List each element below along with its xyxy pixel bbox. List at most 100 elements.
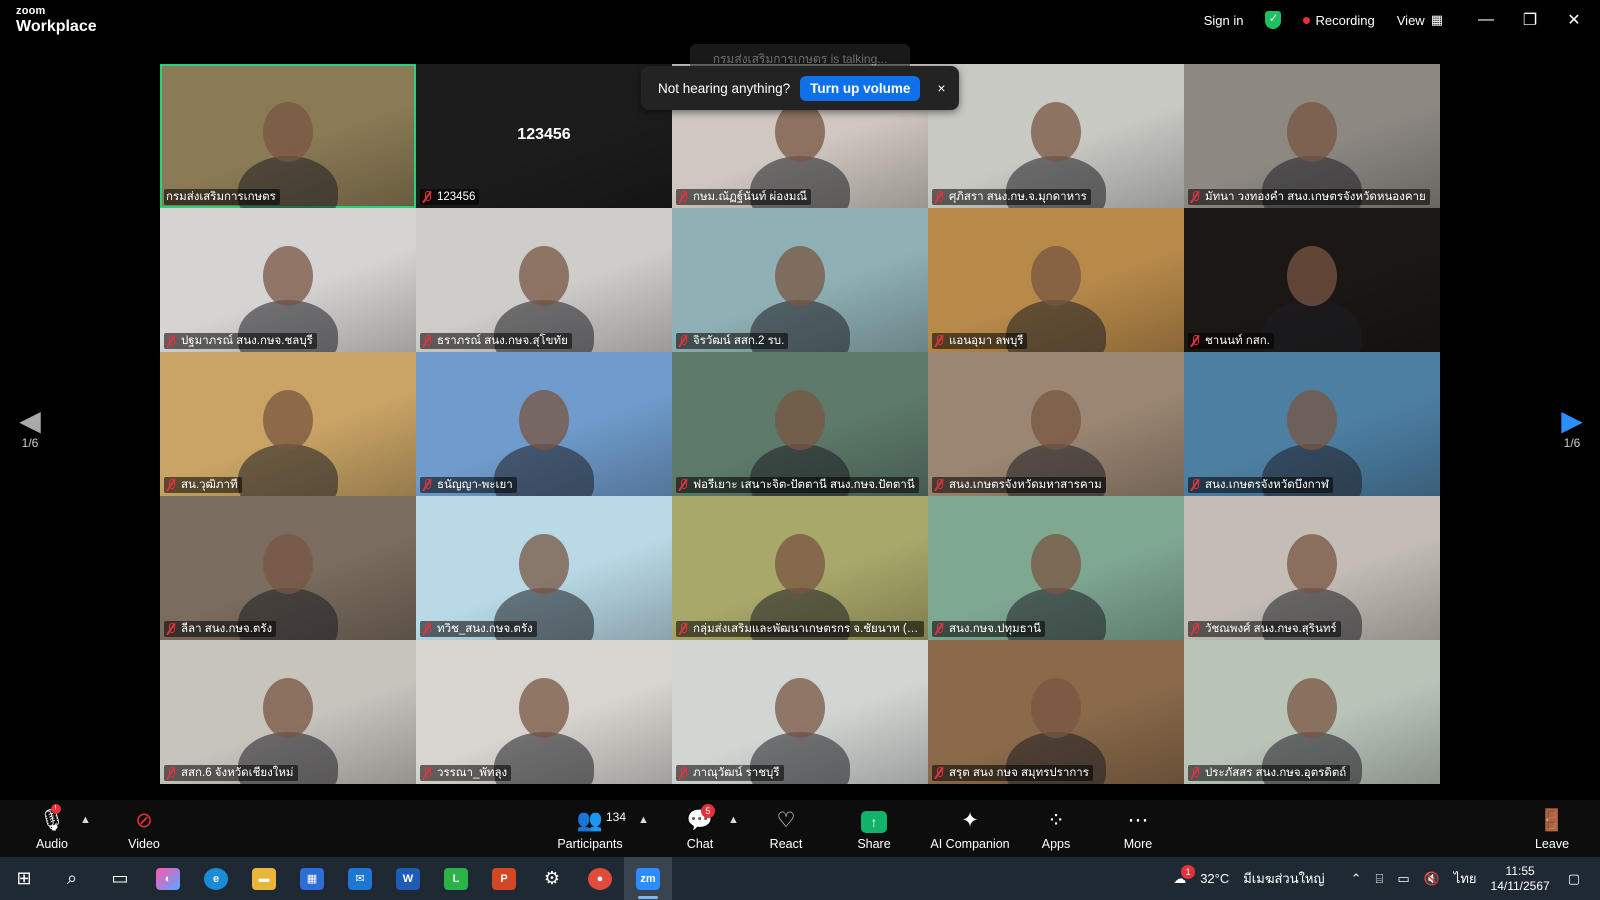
ai-companion-button[interactable]: ✦ AI Companion — [928, 808, 1012, 851]
restore-icon[interactable]: ❐ — [1508, 10, 1552, 30]
view-button[interactable]: View ▦ — [1396, 12, 1443, 28]
participant-tile[interactable]: ชานนท์ กสก. — [1184, 208, 1440, 352]
search-icon[interactable]: ⌕ — [48, 857, 96, 900]
mail-icon[interactable]: ✉ — [336, 857, 384, 900]
windows-start-icon[interactable]: ⊞ — [0, 857, 48, 900]
audio-toast: Not hearing anything? Turn up volume × — [641, 66, 959, 110]
title-bar: zoom Workplace Sign in Recording View ▦ —… — [0, 0, 1600, 44]
audio-options-caret-icon[interactable]: ▲ — [80, 814, 91, 826]
participant-tile[interactable]: ฟอรีเยาะ เสนาะจิต-ปัตตานี สนง.กษจ.ปัตตาน… — [672, 352, 928, 496]
participants-count: 134 — [606, 810, 627, 824]
chevron-up-icon[interactable]: ⌃ — [1351, 871, 1362, 887]
chat-badge: 5 — [700, 804, 715, 818]
participant-name-tag: กลุ่มส่งเสริมและพัฒนาเกษตรกร จ.ชัยนาท (น… — [676, 621, 924, 637]
leave-button[interactable]: 🚪 Leave — [1532, 808, 1572, 851]
settings-gear-icon[interactable]: ⚙ — [528, 857, 576, 900]
participant-video-head — [1287, 534, 1337, 594]
grid-view-icon: ▦ — [1430, 12, 1443, 27]
participant-tile[interactable]: ทวิช_สนง.กษจ.ตรัง — [416, 496, 672, 640]
camera-tray-icon[interactable]: ⌸ — [1376, 871, 1384, 887]
mic-muted-icon — [934, 479, 944, 491]
minimize-icon[interactable]: — — [1464, 11, 1508, 29]
participant-tile[interactable]: ธนัญญา-พะเยา — [416, 352, 672, 496]
logo-brand-large: Workplace — [16, 18, 97, 35]
chrome-icon[interactable]: ● — [576, 857, 624, 900]
participant-tile[interactable]: สนง.เกษตรจังหวัดบึงกาฬ — [1184, 352, 1440, 496]
participant-name: วัชณพงศ์ สนง.กษจ.สุรินทร์ — [1205, 623, 1337, 635]
word-icon[interactable]: W — [384, 857, 432, 900]
apps-button[interactable]: ⁘ Apps — [1036, 808, 1076, 851]
participant-tile[interactable]: ลีลา สนง.กษจ.ตรัง — [160, 496, 416, 640]
view-label: View — [1396, 12, 1425, 28]
participant-name: กษม.ณัฏฐ์นันท์ ผ่องมณี — [693, 191, 808, 203]
participant-tile[interactable]: มัทนา วงทองคำ สนง.เกษตรจังหวัดหนองคาย — [1184, 64, 1440, 208]
participant-name: ชานนท์ กสก. — [1205, 335, 1270, 347]
participant-name: วรรณา_พัทลุง — [437, 767, 508, 779]
participants-button[interactable]: 👥 134 Participants — [556, 808, 627, 851]
participant-tile[interactable]: ปฐมาภรณ์ สนง.กษจ.ชลบุรี — [160, 208, 416, 352]
participant-name-tag: 123456 — [420, 189, 480, 205]
audio-button[interactable]: 🎙! Audio — [34, 804, 70, 851]
mic-muted-icon — [1190, 479, 1200, 491]
notification-icon[interactable]: ▢ — [1568, 871, 1580, 887]
sign-in-button[interactable]: Sign in — [1204, 13, 1244, 28]
network-icon[interactable]: ▭ — [1397, 871, 1409, 887]
participant-tile[interactable]: สสก.6 จังหวัดเชียงใหม่ — [160, 640, 416, 784]
participant-tile[interactable]: วัชณพงศ์ สนง.กษจ.สุรินทร์ — [1184, 496, 1440, 640]
language-indicator[interactable]: ไทย — [1454, 868, 1477, 889]
edge-browser-icon[interactable]: e — [192, 857, 240, 900]
mic-muted-icon — [422, 767, 432, 779]
weather-badge: 1 — [1181, 864, 1196, 879]
next-page-button[interactable]: ▶ 1/6 — [1552, 406, 1592, 451]
toast-close-icon[interactable]: × — [937, 80, 945, 96]
clock[interactable]: 11:55 14/11/2567 — [1491, 864, 1550, 894]
participant-tile[interactable]: ภาณุวัฒน์ ราชบุรี — [672, 640, 928, 784]
participant-name: สนง.เกษตรจังหวัดมหาสารคาม — [949, 479, 1102, 491]
participant-name: ฟอรีเยาะ เสนาะจิต-ปัตตานี สนง.กษจ.ปัตตาน… — [693, 479, 915, 491]
video-button[interactable]: ⊘ Video — [124, 808, 164, 851]
more-button[interactable]: ⋯ More — [1118, 808, 1158, 851]
participant-tile[interactable]: จิรวัฒน์ สสก.2 รบ. — [672, 208, 928, 352]
participant-tile[interactable]: สนง.เกษตรจังหวัดมหาสารคาม — [928, 352, 1184, 496]
participants-caret-icon[interactable]: ▲ — [638, 814, 649, 826]
copilot-icon[interactable]: ◐ — [144, 857, 192, 900]
mic-muted-icon — [934, 191, 944, 203]
powerpoint-icon[interactable]: P — [480, 857, 528, 900]
close-window-icon[interactable]: ✕ — [1552, 10, 1596, 30]
turn-up-volume-button[interactable]: Turn up volume — [800, 75, 921, 101]
participant-name: ลีลา สนง.กษจ.ตรัง — [181, 623, 273, 635]
participant-tile[interactable]: ธราภรณ์ สนง.กษจ.สุโขทัย — [416, 208, 672, 352]
temperature[interactable]: 32°C — [1200, 871, 1229, 886]
participant-tile[interactable]: สน.วุฒิภาที — [160, 352, 416, 496]
participant-name: สสก.6 จังหวัดเชียงใหม่ — [181, 767, 294, 779]
participant-tile[interactable]: แอนอุมา ลพบุรี — [928, 208, 1184, 352]
chat-caret-icon[interactable]: ▲ — [728, 814, 739, 826]
participant-tile[interactable]: สรุต สนง กษจ สมุทรปราการ — [928, 640, 1184, 784]
participant-tile[interactable]: 123456 123456 — [416, 64, 672, 208]
participant-name: ธราภรณ์ สนง.กษจ.สุโขทัย — [437, 335, 568, 347]
react-button[interactable]: ♡ React — [766, 808, 806, 851]
participant-name: จิรวัฒน์ สสก.2 รบ. — [693, 335, 785, 347]
speaker-muted-icon[interactable]: 🔇 — [1424, 871, 1440, 887]
participant-tile[interactable]: ประภัสสร สนง.กษจ.อุตรดิตถ์ — [1184, 640, 1440, 784]
microsoft-store-icon[interactable]: ▦ — [288, 857, 336, 900]
previous-page-button[interactable]: ◀ 1/6 — [10, 406, 50, 451]
participant-tile[interactable]: วรรณา_พัทลุง — [416, 640, 672, 784]
task-view-icon[interactable]: ▭ — [96, 857, 144, 900]
mic-muted-icon — [1190, 335, 1200, 347]
participant-tile[interactable]: กลุ่มส่งเสริมและพัฒนาเกษตรกร จ.ชัยนาท (น… — [672, 496, 928, 640]
participants-icon: 👥 — [576, 809, 604, 832]
weather-text[interactable]: มีเมฆส่วนใหญ่ — [1243, 868, 1324, 889]
chat-button[interactable]: 💬 5 Chat — [682, 804, 718, 851]
zoom-taskbar-icon[interactable]: zm — [624, 857, 672, 900]
participant-tile[interactable]: กรมส่งเสริมการเกษตร — [160, 64, 416, 208]
encryption-shield-icon[interactable] — [1265, 11, 1282, 29]
recording-indicator[interactable]: Recording — [1303, 13, 1375, 28]
participant-tile[interactable]: ศุภิสรา สนง.กษ.จ.มุกดาหาร — [928, 64, 1184, 208]
line-app-icon[interactable]: L — [432, 857, 480, 900]
share-button[interactable]: ↑ Share — [854, 808, 894, 851]
participant-tile[interactable]: สนง.กษจ.ปทุมธานี — [928, 496, 1184, 640]
mic-muted-icon — [1190, 623, 1200, 635]
file-explorer-icon[interactable]: ▬ — [240, 857, 288, 900]
weather-cloud-icon[interactable]: ☁ 1 — [1173, 864, 1196, 887]
